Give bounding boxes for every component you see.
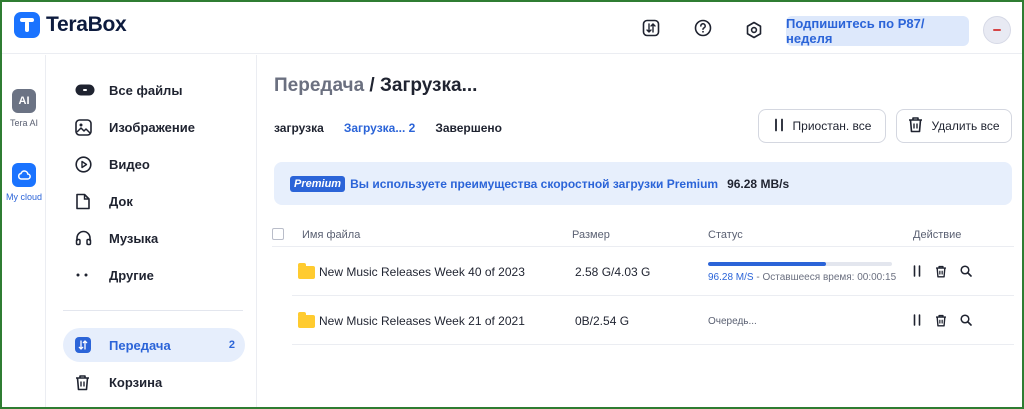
all-files-icon [75, 84, 105, 96]
sidebar-item-transfer[interactable]: Передача 2 [63, 328, 245, 362]
breadcrumb-transfer[interactable]: Передача [274, 75, 364, 96]
file-name: New Music Releases Week 40 of 2023 [319, 265, 525, 279]
file-size: 0B/2.54 G [575, 314, 630, 328]
page-title: Передача / Загрузка... [274, 75, 477, 97]
premium-speed: 96.28 MB/s [727, 176, 790, 191]
table-header: Имя файла Размер Статус Действие [272, 225, 1014, 247]
trash-icon [908, 116, 923, 136]
sidebar-item-docs[interactable]: Док [63, 184, 245, 218]
avatar[interactable] [983, 16, 1011, 44]
sidebar-item-video[interactable]: Видео [63, 147, 245, 181]
remaining-time: - Оставшееся время: 00:00:15 [753, 272, 897, 283]
premium-banner: Premium Вы используете преимущества скор… [274, 162, 1012, 205]
sidebar-item-label: Док [109, 193, 133, 209]
sidebar: Все файлы Изображение Видео Док Музыка Д… [47, 55, 257, 407]
tab-upload[interactable]: загрузка [274, 121, 324, 135]
pause-icon [773, 118, 785, 135]
file-size: 2.58 G/4.03 G [575, 265, 651, 279]
video-icon [75, 155, 105, 173]
avatar-mark [993, 29, 1001, 31]
transfer-tabs: загрузка Загрузка... 2 Завершено [274, 121, 502, 135]
app-name: TeraBox [46, 13, 127, 36]
subscribe-button[interactable]: Подпишитесь по Р87/неделя [786, 16, 969, 46]
transfer-count-badge: 2 [228, 339, 235, 351]
delete-all-button[interactable]: Удалить все [896, 109, 1012, 143]
pause-button[interactable] [910, 264, 924, 278]
column-header-size: Размер [572, 229, 610, 241]
queue-status: Очередь... [708, 316, 757, 327]
folder-icon [298, 263, 315, 279]
delete-all-label: Удалить все [931, 119, 1000, 133]
table-row[interactable]: New Music Releases Week 40 of 2023 2.58 … [292, 248, 1014, 296]
premium-badge: Premium [290, 175, 346, 192]
select-all-checkbox[interactable] [272, 228, 284, 240]
pause-all-label: Приостан. все [792, 119, 872, 133]
top-bar: TeraBox Подпишитесь по Р87/неделя [2, 2, 1022, 54]
file-name: New Music Releases Week 21 of 2021 [319, 314, 525, 328]
sidebar-item-label: Другие [109, 267, 154, 283]
sidebar-item-label: Видео [109, 156, 150, 172]
help-icon[interactable] [693, 18, 713, 38]
tab-downloading[interactable]: Загрузка... 2 [344, 121, 416, 135]
sidebar-item-label: Изображение [109, 119, 195, 135]
trash-icon [75, 374, 105, 391]
sidebar-item-label: Все файлы [109, 82, 183, 98]
main-content: Передача / Загрузка... загрузка Загрузка… [258, 55, 1022, 407]
transfer-icon [75, 337, 105, 353]
delete-button[interactable] [934, 313, 948, 327]
column-header-name: Имя файла [302, 229, 361, 241]
sidebar-item-label: Передача [109, 337, 171, 353]
download-status: 96.28 M/S - Оставшееся время: 00:00:15 [708, 272, 896, 283]
document-icon [75, 193, 105, 210]
download-progress-bar [708, 262, 892, 266]
column-header-status: Статус [708, 229, 743, 241]
column-header-action: Действие [913, 229, 962, 241]
sidebar-divider [63, 310, 243, 311]
sidebar-item-trash[interactable]: Корзина [63, 365, 245, 399]
image-icon [75, 118, 105, 136]
left-rail: AI Tera AI My cloud [2, 55, 46, 407]
rail-item-my-cloud[interactable]: My cloud [2, 163, 46, 202]
rail-label-my-cloud: My cloud [5, 192, 42, 202]
delete-button[interactable] [934, 264, 948, 278]
transfer-icon[interactable] [641, 18, 661, 38]
app-logo[interactable]: TeraBox [14, 12, 127, 38]
pause-all-button[interactable]: Приостан. все [758, 109, 886, 143]
sidebar-item-label: Музыка [109, 230, 159, 246]
breadcrumb-current: Загрузка... [380, 75, 478, 96]
premium-message: Вы используете преимущества скоростной з… [350, 176, 719, 191]
tab-completed[interactable]: Завершено [435, 121, 502, 135]
rail-item-tera-ai[interactable]: AI Tera AI [2, 89, 46, 128]
pause-button[interactable] [910, 313, 924, 327]
search-icon[interactable] [959, 313, 973, 327]
download-speed: 96.28 M/S [708, 272, 754, 283]
ai-icon: AI [12, 89, 36, 113]
breadcrumb-separator: / [364, 75, 380, 96]
sidebar-item-images[interactable]: Изображение [63, 110, 245, 144]
search-icon[interactable] [959, 264, 973, 278]
sidebar-item-all-files[interactable]: Все файлы [63, 73, 245, 107]
settings-icon[interactable] [744, 20, 764, 40]
download-progress-fill [708, 262, 826, 266]
other-icon [75, 272, 105, 278]
sidebar-item-label: Корзина [109, 374, 163, 390]
terabox-logo-icon [14, 12, 40, 38]
cloud-icon [12, 163, 36, 187]
folder-icon [298, 312, 315, 328]
sidebar-item-other[interactable]: Другие [63, 258, 245, 292]
table-row[interactable]: New Music Releases Week 21 of 2021 0B/2.… [292, 297, 1014, 345]
rail-label-tera-ai: Tera AI [9, 118, 38, 128]
music-icon [75, 230, 105, 246]
sidebar-item-music[interactable]: Музыка [63, 221, 245, 255]
